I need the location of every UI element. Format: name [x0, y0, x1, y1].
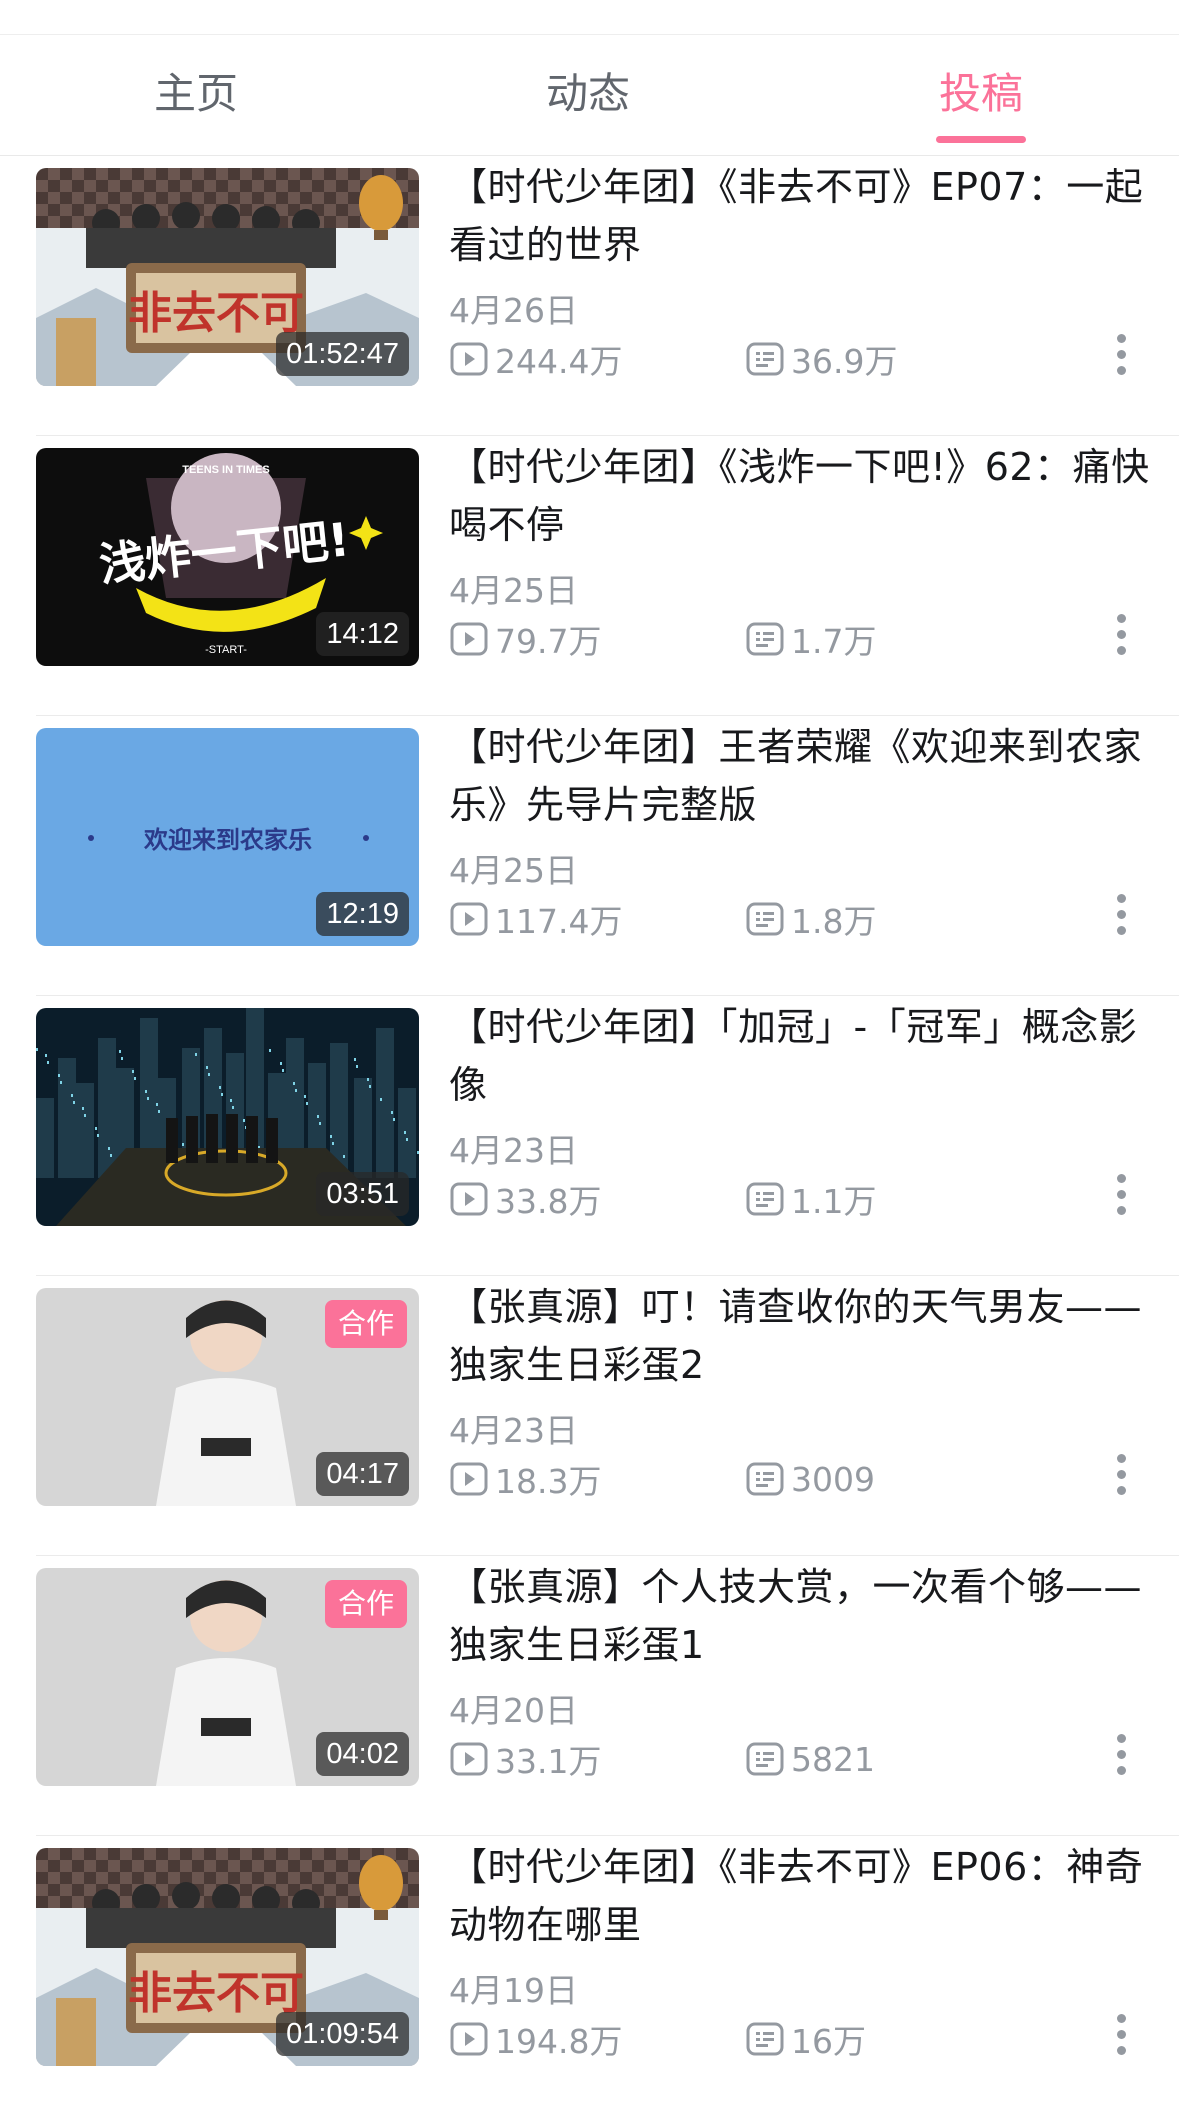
- view-count-value: 79.7万: [495, 622, 602, 661]
- play-count-icon: [449, 339, 489, 379]
- tab-dynamics[interactable]: 动态: [488, 69, 688, 119]
- video-item[interactable]: 03:51 【时代少年团】「加冠」-「冠军」概念影像 4月23日 33.8万 1…: [36, 996, 1179, 1276]
- danmaku-count: 3009: [745, 1458, 875, 1500]
- view-count: 33.8万: [449, 1178, 602, 1221]
- video-duration: 14:12: [316, 612, 409, 656]
- video-item[interactable]: 合作 04:02 【张真源】个人技大赏，一次看个够——独家生日彩蛋1 4月20日…: [36, 1556, 1179, 1836]
- video-date: 4月25日: [449, 851, 578, 890]
- video-title[interactable]: 【张真源】个人技大赏，一次看个够——独家生日彩蛋1: [449, 1558, 1169, 1674]
- svg-text:欢迎来到农家乐: 欢迎来到农家乐: [143, 826, 312, 854]
- video-title[interactable]: 【时代少年团】「加冠」-「冠军」概念影像: [449, 998, 1169, 1114]
- view-count-value: 33.1万: [495, 1742, 602, 1781]
- view-count-value: 194.8万: [495, 2022, 623, 2061]
- danmaku-count-value: 1.8万: [791, 902, 877, 941]
- danmaku-count-value: 36.9万: [791, 342, 898, 381]
- video-duration: 01:52:47: [276, 332, 409, 376]
- video-title[interactable]: 【时代少年团】《非去不可》EP07：一起看过的世界: [449, 158, 1169, 274]
- danmaku-count: 1.7万: [745, 618, 877, 661]
- danmaku-icon: [745, 1739, 785, 1779]
- video-thumbnail[interactable]: 非去不可 01:09:54: [36, 1848, 419, 2066]
- video-date: 4月23日: [449, 1131, 578, 1170]
- view-count: 194.8万: [449, 2018, 623, 2061]
- video-thumbnail[interactable]: 合作 04:02: [36, 1568, 419, 1786]
- play-count-icon: [449, 2019, 489, 2059]
- more-options-icon[interactable]: [1111, 894, 1131, 944]
- video-thumbnail[interactable]: TEENS IN TIMES 浅炸一下吧! -START- 14:12: [36, 448, 419, 666]
- play-count-icon: [449, 1459, 489, 1499]
- play-count-icon: [449, 1739, 489, 1779]
- video-date: 4月23日: [449, 1411, 578, 1450]
- video-thumbnail[interactable]: 欢迎来到农家乐 12:19: [36, 728, 419, 946]
- danmaku-count: 1.8万: [745, 898, 877, 941]
- play-count-icon: [449, 1179, 489, 1219]
- video-duration: 01:09:54: [276, 2012, 409, 2056]
- video-duration: 04:02: [316, 1732, 409, 1776]
- video-date: 4月25日: [449, 571, 578, 610]
- svg-text:非去不可: 非去不可: [128, 1968, 304, 2019]
- video-title[interactable]: 【时代少年团】王者荣耀《欢迎来到农家乐》先导片完整版: [449, 718, 1169, 834]
- danmaku-icon: [745, 339, 785, 379]
- video-thumbnail[interactable]: 03:51: [36, 1008, 419, 1226]
- danmaku-count-value: 5821: [791, 1739, 875, 1779]
- collab-badge: 合作: [325, 1300, 407, 1348]
- danmaku-count: 16万: [745, 2018, 866, 2061]
- video-list: 非去不可 01:52:47 【时代少年团】《非去不可》EP07：一起看过的世界 …: [0, 156, 1179, 2115]
- more-options-icon[interactable]: [1111, 614, 1131, 664]
- view-count-value: 244.4万: [495, 342, 623, 381]
- view-count: 79.7万: [449, 618, 602, 661]
- danmaku-icon: [745, 619, 785, 659]
- active-tab-indicator: [936, 136, 1026, 143]
- danmaku-count: 1.1万: [745, 1178, 877, 1221]
- video-item[interactable]: 非去不可 01:52:47 【时代少年团】《非去不可》EP07：一起看过的世界 …: [36, 156, 1179, 436]
- more-options-icon[interactable]: [1111, 334, 1131, 384]
- video-duration: 03:51: [316, 1172, 409, 1216]
- video-item[interactable]: 非去不可 01:09:54 【时代少年团】《非去不可》EP06：神奇动物在哪里 …: [36, 1836, 1179, 2115]
- more-options-icon[interactable]: [1111, 2014, 1131, 2064]
- view-count: 117.4万: [449, 898, 623, 941]
- danmaku-count-value: 1.1万: [791, 1182, 877, 1221]
- video-date: 4月19日: [449, 1971, 578, 2010]
- video-title[interactable]: 【时代少年团】《浅炸一下吧!》62：痛快喝不停: [449, 438, 1169, 554]
- svg-text:非去不可: 非去不可: [128, 288, 304, 339]
- danmaku-count-value: 3009: [791, 1459, 875, 1499]
- video-item[interactable]: 欢迎来到农家乐 12:19 【时代少年团】王者荣耀《欢迎来到农家乐》先导片完整版…: [36, 716, 1179, 996]
- play-count-icon: [449, 899, 489, 939]
- svg-text:TEENS IN TIMES: TEENS IN TIMES: [182, 464, 269, 476]
- danmaku-icon: [745, 899, 785, 939]
- svg-text:-START-: -START-: [205, 644, 247, 656]
- danmaku-count-value: 1.7万: [791, 622, 877, 661]
- view-count: 18.3万: [449, 1458, 602, 1501]
- video-duration: 12:19: [316, 892, 409, 936]
- danmaku-icon: [745, 2019, 785, 2059]
- video-duration: 04:17: [316, 1452, 409, 1496]
- video-thumbnail[interactable]: 合作 04:17: [36, 1288, 419, 1506]
- danmaku-count: 36.9万: [745, 338, 898, 381]
- view-count-value: 117.4万: [495, 902, 623, 941]
- video-item[interactable]: 合作 04:17 【张真源】叮！请查收你的天气男友——独家生日彩蛋2 4月23日…: [36, 1276, 1179, 1556]
- tab-uploads[interactable]: 投稿: [881, 69, 1081, 119]
- video-date: 4月20日: [449, 1691, 578, 1730]
- play-count-icon: [449, 619, 489, 659]
- video-title[interactable]: 【时代少年团】《非去不可》EP06：神奇动物在哪里: [449, 1838, 1169, 1954]
- view-count-value: 18.3万: [495, 1462, 602, 1501]
- more-options-icon[interactable]: [1111, 1734, 1131, 1784]
- collab-badge: 合作: [325, 1580, 407, 1628]
- profile-tab-bar: 主页 动态 投稿: [0, 35, 1179, 156]
- danmaku-count: 5821: [745, 1738, 875, 1780]
- more-options-icon[interactable]: [1111, 1454, 1131, 1504]
- view-count: 244.4万: [449, 338, 623, 381]
- danmaku-count-value: 16万: [791, 2022, 866, 2061]
- danmaku-icon: [745, 1459, 785, 1499]
- video-date: 4月26日: [449, 291, 578, 330]
- tab-home[interactable]: 主页: [96, 69, 296, 119]
- video-thumbnail[interactable]: 非去不可 01:52:47: [36, 168, 419, 386]
- view-count: 33.1万: [449, 1738, 602, 1781]
- video-item[interactable]: TEENS IN TIMES 浅炸一下吧! -START- 14:12 【时代少…: [36, 436, 1179, 716]
- video-title[interactable]: 【张真源】叮！请查收你的天气男友——独家生日彩蛋2: [449, 1278, 1169, 1394]
- more-options-icon[interactable]: [1111, 1174, 1131, 1224]
- view-count-value: 33.8万: [495, 1182, 602, 1221]
- danmaku-icon: [745, 1179, 785, 1219]
